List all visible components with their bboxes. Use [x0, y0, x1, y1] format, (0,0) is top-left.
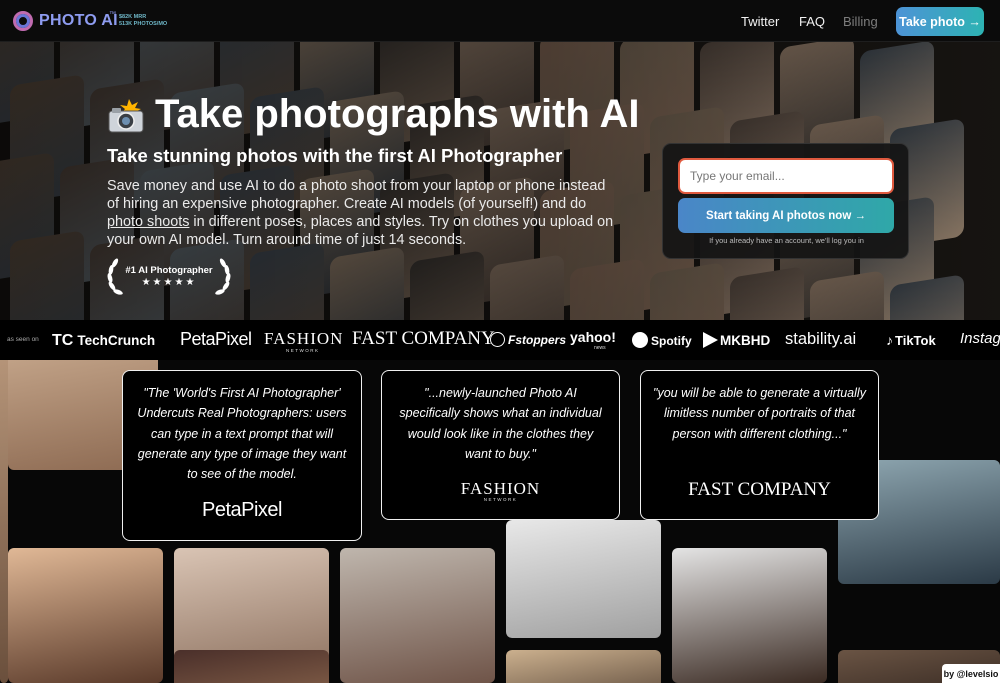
login-note: If you already have an account, we'll lo…	[709, 236, 864, 245]
quote-text: "...newly-launched Photo AI specifically…	[399, 386, 602, 461]
fashion-network-logo: FASHION	[460, 479, 541, 498]
award-badge: #1 AI Photographer ★★★★★	[106, 256, 232, 296]
portrait-photo	[340, 548, 495, 683]
brand-tm: ™	[109, 11, 116, 18]
techcrunch-logo-text: TechCrunch	[77, 333, 156, 348]
fstoppers-logo-text: Fstoppers	[508, 333, 567, 347]
photo-shoots-link[interactable]: photo shoots	[107, 214, 189, 230]
fashion-network-logo: FASHION	[264, 329, 344, 348]
rating-stars: ★★★★★	[141, 277, 197, 288]
aperture-icon[interactable]	[13, 11, 33, 31]
nav-link-twitter[interactable]: Twitter	[741, 14, 779, 29]
portrait-photo	[174, 650, 329, 683]
mkbhd-logo-text: MKBHD	[720, 333, 771, 348]
nav-link-billing[interactable]: Billing	[843, 14, 878, 29]
fast-company-logo: FAST COMPANY	[688, 479, 831, 500]
yahoo-news-logo: yahoo!	[570, 329, 616, 345]
hero-title: Take photographs with AI	[107, 92, 639, 137]
brand-stats-mrr: $82K MRR	[119, 14, 147, 20]
portrait-photo	[506, 520, 661, 638]
yahoo-news-sub: news	[594, 345, 606, 351]
brand-stats: $82K MRR 513K PHOTOS/MO	[119, 14, 167, 28]
fstoppers-mark-icon	[490, 332, 505, 347]
hero-desc-part1: Save money and use AI to do a photo shoo…	[107, 178, 606, 212]
signup-card: Start taking AI photos now → If you alre…	[662, 143, 909, 259]
spotify-logo-text: Spotify	[651, 334, 692, 348]
tiktok-icon: ♪	[886, 332, 893, 348]
start-taking-photos-button[interactable]: Start taking AI photos now →	[678, 198, 894, 233]
camera-flash-icon	[107, 98, 147, 132]
techcrunch-logo: TC TechCrunch	[52, 332, 155, 350]
press-strip: as seen on TC TechCrunch PetaPixel FASHIO…	[0, 320, 1000, 360]
fashion-network-sub: NETWORK	[483, 497, 518, 502]
brand-stats-photos: 513K PHOTOS/MO	[119, 21, 168, 27]
fast-company-logo: FAST COMPANY	[352, 328, 495, 349]
top-nav: PHOTO AI ™ $82K MRR 513K PHOTOS/MO Twitt…	[0, 0, 1000, 42]
laurel-icon	[107, 258, 231, 295]
brand-name[interactable]: PHOTO AI	[39, 12, 118, 30]
portrait-photo	[672, 548, 827, 683]
spotify-icon	[632, 332, 648, 348]
hero-description: Save money and use AI to do a photo shoo…	[107, 177, 617, 249]
nav-link-faq[interactable]: FAQ	[799, 14, 825, 29]
award-label: #1 AI Photographer	[125, 265, 213, 276]
take-photo-button[interactable]: Take photo →	[896, 7, 984, 36]
press-quote-card: "The 'World's First AI Photographer' Und…	[122, 370, 362, 541]
page: PHOTO AI ™ $82K MRR 513K PHOTOS/MO Twitt…	[0, 0, 1000, 683]
press-quote-card: "...newly-launched Photo AI specifically…	[381, 370, 620, 520]
instagram-logo: Instag	[960, 330, 1000, 347]
portrait-photo	[0, 360, 8, 683]
spotify-logo: Spotify	[632, 332, 692, 348]
press-quote-card: "you will be able to generate a virtuall…	[640, 370, 879, 520]
fashion-network-sub: NETWORK	[286, 348, 320, 353]
petapixel-logo: PetaPixel	[180, 329, 252, 349]
as-seen-on-label: as seen on	[7, 336, 39, 343]
portrait-photo	[506, 650, 661, 683]
email-input[interactable]	[678, 158, 894, 194]
quote-text: "The 'World's First AI Photographer' Und…	[137, 386, 347, 482]
quote-text: "you will be able to generate a virtuall…	[653, 386, 866, 441]
tiktok-logo-text: TikTok	[895, 333, 936, 348]
hero-subtitle: Take stunning photos with the first AI P…	[107, 145, 563, 166]
hero-title-text: Take photographs with AI	[155, 92, 640, 136]
mkbhd-mark-icon	[703, 332, 718, 348]
petapixel-logo: PetaPixel	[202, 499, 283, 521]
tiktok-logo: ♪ TikTok	[886, 332, 936, 348]
portrait-photo	[8, 548, 163, 683]
fstoppers-logo: Fstoppers	[490, 332, 566, 347]
stability-ai-logo: stability.ai	[785, 330, 857, 348]
credit-link[interactable]: by @levelsio	[942, 664, 1000, 683]
techcrunch-mark-icon: TC	[52, 332, 74, 349]
mkbhd-logo: MKBHD	[703, 332, 770, 348]
